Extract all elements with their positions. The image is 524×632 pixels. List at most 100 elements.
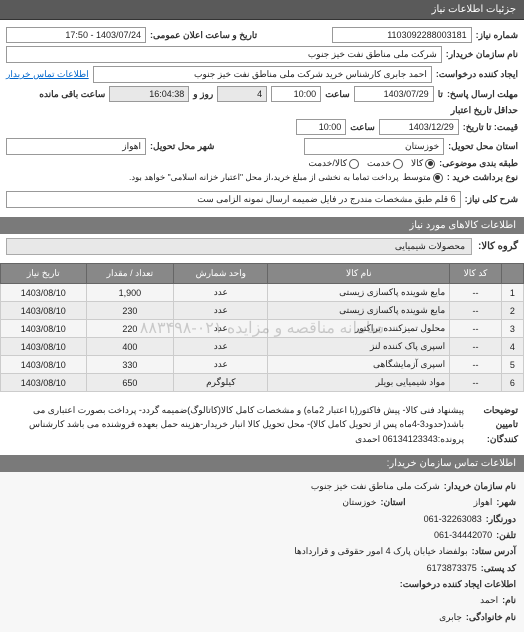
- table-cell-qty: 650: [86, 374, 174, 392]
- table-row: 2--مایع شوینده پاکسازی زیستیعدد2301403/0…: [1, 302, 524, 320]
- table-cell-qty: 400: [86, 338, 174, 356]
- label-deadline: مهلت ارسال پاسخ:: [447, 89, 518, 100]
- description-block: توضیحات تامیین کنندگان: پیشنهاد فنی کالا…: [0, 396, 524, 453]
- table-cell-qty: 220: [86, 320, 174, 338]
- field-general-title: 6 قلم طبق مشخصات مندرج در فایل ضمیمه ارس…: [6, 191, 461, 208]
- table-cell-n: 6: [501, 374, 523, 392]
- field-deadline-date: 1403/07/29: [354, 86, 434, 102]
- contact-block: نام سازمان خریدار: شرکت ملی مناطق نفت خی…: [0, 472, 524, 632]
- field-req-no: 1103092288003181: [332, 27, 472, 43]
- form-area: شماره نیاز: 1103092288003181 تاریخ و ساع…: [0, 20, 524, 215]
- c-city-value: اهواز: [474, 495, 493, 510]
- table-cell-code: --: [450, 284, 502, 302]
- table-cell-date: 1403/08/10: [1, 284, 87, 302]
- table-cell-n: 2: [501, 302, 523, 320]
- label-buyer: نام سازمان خریدار:: [446, 49, 518, 60]
- c-province-label: استان:: [380, 495, 405, 510]
- c-province-value: خوزستان: [342, 495, 376, 510]
- table-cell-name: مایع شوینده پاکسازی زیستی: [268, 302, 450, 320]
- table-cell-code: --: [450, 374, 502, 392]
- c-address-label: آدرس ستاد:: [472, 544, 516, 559]
- table-cell-name: اسپری پاک کننده لنز: [268, 338, 450, 356]
- col-name: نام کالا: [268, 264, 450, 284]
- packaging-radio-group: کالا خدمت کالا/خدمت: [308, 158, 435, 169]
- radio-kala[interactable]: [425, 159, 435, 169]
- field-buyer: شرکت ملی مناطق نفت خیز جنوب: [6, 46, 442, 63]
- c-fax-label: دورنگار:: [486, 512, 516, 527]
- c-phone-value: 061-34442070: [434, 528, 492, 543]
- table-cell-unit: کیلوگرم: [174, 374, 268, 392]
- table-cell-code: --: [450, 320, 502, 338]
- col-row: [501, 264, 523, 284]
- field-city: اهواز: [6, 138, 146, 155]
- label-packaging: طبقه بندی موضوعی:: [439, 158, 518, 169]
- label-general-title: شرح کلی نیاز:: [465, 194, 518, 205]
- c-lname-label: نام خانوادگی:: [466, 610, 516, 625]
- table-cell-unit: عدد: [174, 320, 268, 338]
- table-cell-date: 1403/08/10: [1, 356, 87, 374]
- radio-payment-medium[interactable]: [433, 173, 443, 183]
- table-cell-n: 5: [501, 356, 523, 374]
- c-postal-label: کد پستی:: [481, 561, 516, 576]
- table-cell-name: محلول تمیزکننده تراکتور: [268, 320, 450, 338]
- col-unit: واحد شمارش: [174, 264, 268, 284]
- label-city: شهر محل تحویل:: [150, 141, 214, 152]
- label-remain-days: روز و: [193, 89, 213, 100]
- col-code: کد کالا: [450, 264, 502, 284]
- table-cell-unit: عدد: [174, 356, 268, 374]
- label-validity-min: حداقل تاریخ اعتبار: [451, 105, 518, 116]
- field-province: خوزستان: [304, 138, 444, 155]
- table-row: 6--مواد شیمیایی بویلرکیلوگرم6501403/08/1…: [1, 374, 524, 392]
- table-cell-qty: 1,900: [86, 284, 174, 302]
- label-validity-time: ساعت: [350, 122, 375, 133]
- table-cell-n: 3: [501, 320, 523, 338]
- table-cell-date: 1403/08/10: [1, 302, 87, 320]
- field-remain-days: 4: [217, 86, 267, 102]
- label-deadline-to: تا: [438, 89, 443, 100]
- table-cell-date: 1403/08/10: [1, 374, 87, 392]
- table-cell-code: --: [450, 338, 502, 356]
- label-group: گروه کالا:: [478, 241, 518, 252]
- table-cell-unit: عدد: [174, 338, 268, 356]
- payment-note: پرداخت تماما به نخشی از مبلغ خرید،از محل…: [129, 172, 399, 183]
- c-name-value: احمد: [480, 593, 498, 608]
- c-creator-label: اطلاعات ایجاد کننده درخواست:: [400, 577, 516, 592]
- table-cell-date: 1403/08/10: [1, 338, 87, 356]
- radio-payment-medium-label: متوسط: [403, 172, 431, 183]
- label-payment: نوع برداشت خرید :: [447, 172, 518, 183]
- table-cell-n: 1: [501, 284, 523, 302]
- table-cell-name: اسپری آزمایشگاهی: [268, 356, 450, 374]
- table-cell-name: مایع شوینده پاکسازی زیستی: [268, 284, 450, 302]
- label-province: استان محل تحویل:: [448, 141, 518, 152]
- col-date: تاریخ نیاز: [1, 264, 87, 284]
- field-deadline-time: 10:00: [271, 86, 321, 102]
- section-header-main: جزئیات اطلاعات نیاز: [0, 0, 524, 20]
- c-lname-value: جابری: [439, 610, 462, 625]
- table-cell-code: --: [450, 302, 502, 320]
- table-cell-n: 4: [501, 338, 523, 356]
- link-buyer-contact[interactable]: اطلاعات تماس خریدار: [6, 69, 89, 80]
- c-postal-value: 6173873375: [427, 561, 477, 576]
- table-cell-name: مواد شیمیایی بویلر: [268, 374, 450, 392]
- table-row: 1--مایع شوینده پاکسازی زیستیعدد1,9001403…: [1, 284, 524, 302]
- c-org-value: شرکت ملی مناطق نفت خیز جنوب: [311, 479, 440, 494]
- radio-khedmat[interactable]: [393, 159, 403, 169]
- radio-kala-khedmat[interactable]: [349, 159, 359, 169]
- table-cell-unit: عدد: [174, 284, 268, 302]
- radio-khedmat-label: خدمت: [367, 158, 391, 169]
- desc-text: پیشنهاد فنی کالا- پیش فاکتور(با اعتبار 2…: [6, 403, 464, 446]
- col-qty: تعداد / مقدار: [86, 264, 174, 284]
- table-row: 5--اسپری آزمایشگاهیعدد3301403/08/10: [1, 356, 524, 374]
- field-group: محصولات شیمیایی: [6, 238, 472, 255]
- table-cell-date: 1403/08/10: [1, 320, 87, 338]
- c-address-value: بولفضاد خیابان پارک 4 امور حقوقی و قرارد…: [294, 544, 467, 559]
- label-announce: تاریخ و ساعت اعلان عمومی:: [150, 30, 257, 41]
- section-header-goods: اطلاعات کالاهای مورد نیاز: [0, 217, 524, 234]
- field-announce: 1403/07/24 - 17:50: [6, 27, 146, 43]
- table-cell-unit: عدد: [174, 302, 268, 320]
- table-cell-qty: 230: [86, 302, 174, 320]
- radio-kala-label: کالا: [411, 158, 423, 169]
- c-org-label: نام سازمان خریدار:: [444, 479, 516, 494]
- field-validity-date: 1403/12/29: [379, 119, 459, 135]
- table-cell-code: --: [450, 356, 502, 374]
